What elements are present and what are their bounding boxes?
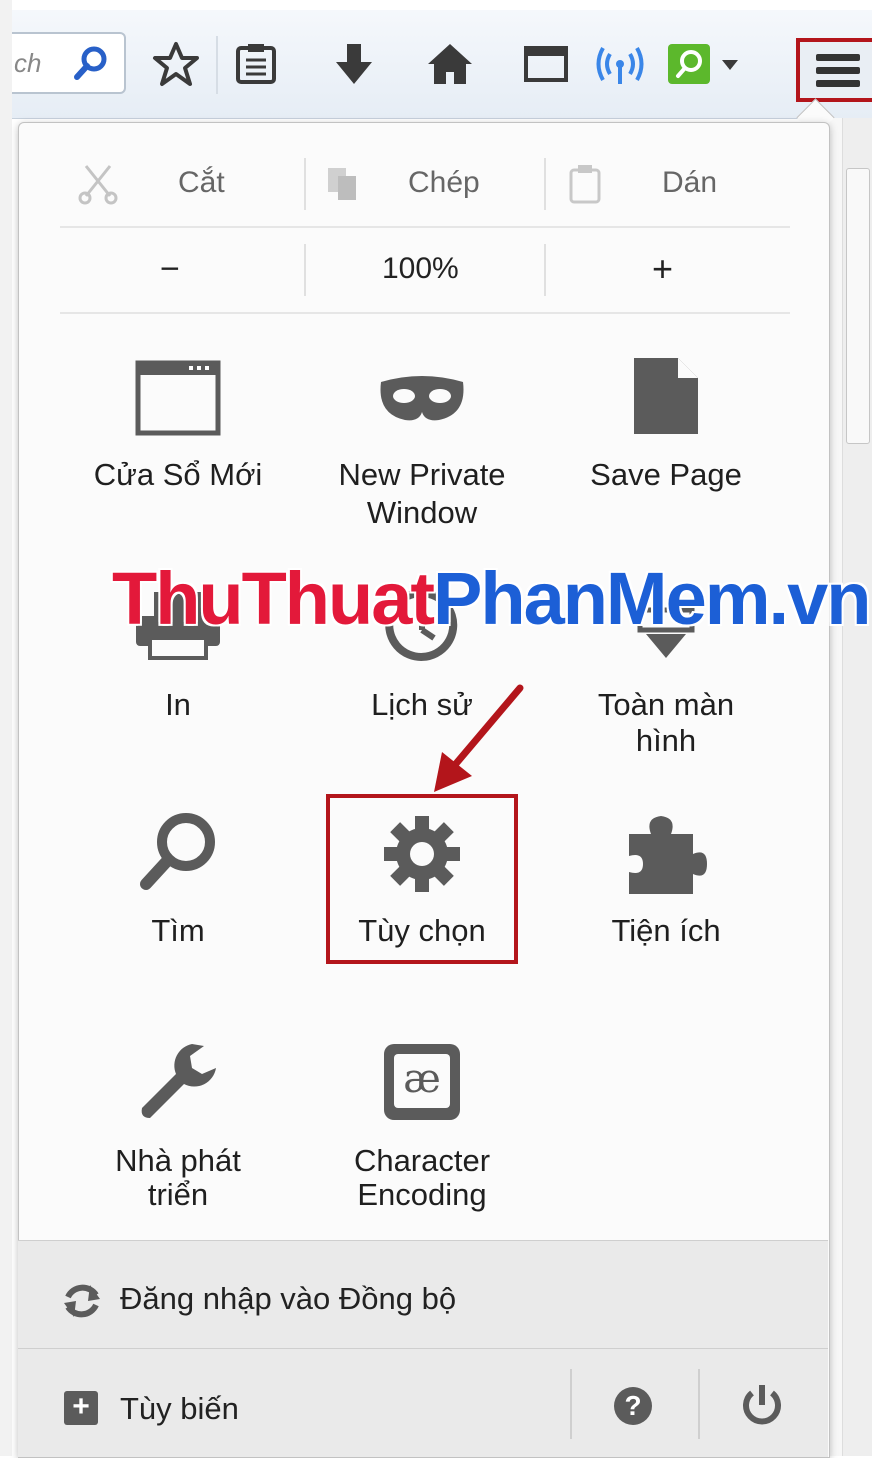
addons-button[interactable]: Tiện ích [546,810,786,960]
search-input[interactable]: ch [12,32,126,94]
cut-button[interactable]: Cắt [60,150,304,220]
hamburger-menu-button[interactable] [796,38,872,102]
scrollbar-thumb[interactable] [846,168,870,444]
bookmark-star-icon[interactable] [152,40,200,88]
developer-wrench-icon [141,1044,216,1118]
customize-plus-glyph: + [72,1390,90,1423]
paste-button[interactable]: Dán [546,150,790,220]
find-button[interactable]: Tìm [58,810,298,960]
addons-label: Tiện ích [611,913,721,948]
addons-puzzle-icon [629,816,707,894]
search-input-text: ch [14,48,42,78]
new-window-icon [135,360,221,436]
customize-button[interactable]: + Tùy biến [18,1349,568,1457]
divider [60,312,790,314]
annotation-arrow-icon [434,684,524,792]
developer-button[interactable]: Nhà phát triển [58,1040,298,1220]
character-encoding-button[interactable]: æ Character Encoding [302,1040,542,1220]
developer-label-2: triển [147,1177,209,1212]
private-mask-icon [380,376,464,421]
character-encoding-label-1: Character [353,1143,491,1178]
new-window-button[interactable]: Cửa Sổ Mới [58,356,298,492]
help-button[interactable]: ? [572,1349,698,1457]
character-encoding-label-2: Encoding [357,1177,487,1212]
new-private-window-label-1: New Private [338,457,506,492]
copy-label: Chép [408,166,480,199]
customize-label: Tùy biến [120,1391,239,1426]
fullscreen-label-1: Toàn màn [597,687,735,722]
wifi-signal-icon[interactable] [596,40,644,88]
zoom-out-button[interactable]: − [60,234,304,306]
hamburger-menu-icon [816,54,860,87]
help-glyph: ? [624,1390,642,1421]
sync-label: Đăng nhập vào Đồng bộ [120,1281,457,1316]
toolbar-separator [216,36,218,94]
paste-icon [569,165,601,204]
new-private-window-button[interactable]: New Private Window [302,356,542,530]
divider [60,226,790,228]
fullscreen-label-2: hình [635,723,697,758]
watermark-text: ThuThuatPhanMem.vn [112,556,871,641]
sync-footer-button[interactable]: Đăng nhập vào Đồng bộ [18,1240,828,1349]
help-icon: ? [614,1387,652,1425]
watermark-part-2: PhanMem.vn [433,557,871,640]
zoom-in-label: + [652,248,674,289]
bottom-bar: + Tùy biến ? [18,1348,828,1457]
zoom-level: 100% [382,252,459,285]
green-addon-icon[interactable] [666,40,750,88]
search-icon[interactable] [72,44,110,82]
print-label: In [165,687,191,722]
character-encoding-glyph: æ [403,1056,441,1102]
new-window-label: Cửa Sổ Mới [93,457,263,492]
character-encoding-glyph-box: æ [394,1054,450,1108]
sync-icon [64,1284,100,1318]
home-icon[interactable] [426,40,474,88]
reading-list-icon[interactable] [232,40,280,88]
page-background-left [0,0,12,1456]
download-icon[interactable] [330,40,378,88]
copy-icon [328,168,356,200]
new-private-window-label-2: Window [366,495,478,530]
zoom-reset-button[interactable]: 100% [306,234,544,306]
cut-label: Cắt [178,166,225,199]
paste-label: Dán [662,166,718,199]
save-page-button[interactable]: Save Page [546,356,786,492]
power-icon [743,1385,781,1425]
save-page-label: Save Page [590,457,742,492]
quit-button[interactable] [700,1349,828,1457]
customize-plus-icon: + [64,1391,98,1425]
browser-toolbar: ch [12,10,872,119]
zoom-out-label: − [160,250,180,288]
zoom-in-button[interactable]: + [546,234,790,306]
find-label: Tìm [151,913,205,948]
scissors-icon [78,165,118,205]
watermark-part-1: ThuThuat [112,557,435,640]
copy-button[interactable]: Chép [306,150,544,220]
find-magnifier-icon [140,813,215,890]
character-encoding-icon: æ [384,1044,460,1120]
window-icon[interactable] [522,40,570,88]
options-highlight-box [326,794,518,964]
save-page-icon [634,358,698,434]
developer-label-1: Nhà phát [115,1143,241,1178]
